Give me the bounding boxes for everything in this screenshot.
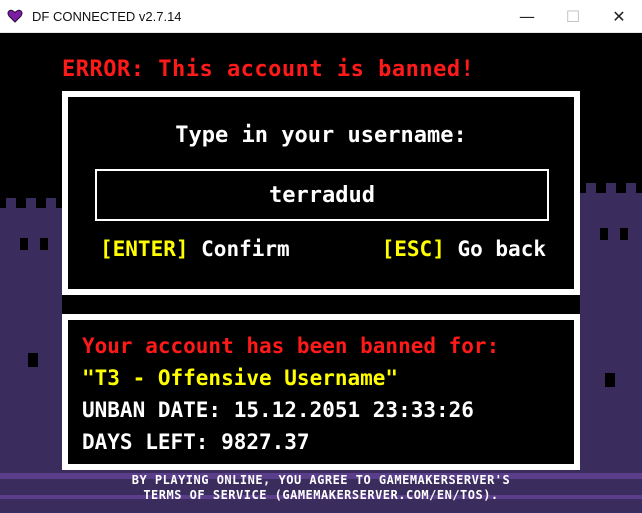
days-left: DAYS LEFT: 9827.37 bbox=[82, 430, 310, 454]
username-prompt: Type in your username: bbox=[175, 123, 467, 148]
confirm-label: Confirm bbox=[188, 237, 290, 261]
window-controls: — ☐ ✕ bbox=[504, 0, 642, 33]
tos-line-2: TERMS OF SERVICE (GAMEMAKERSERVER.COM/EN… bbox=[143, 488, 499, 502]
window-titlebar: DF CONNECTED v2.7.14 — ☐ ✕ bbox=[0, 0, 642, 33]
tos-line-1: BY PLAYING ONLINE, YOU AGREE TO GAMEMAKE… bbox=[131, 473, 511, 487]
username-input[interactable]: terradud bbox=[95, 169, 549, 221]
esc-key-label: [ESC] bbox=[381, 237, 445, 261]
ban-header: Your account has been banned for: bbox=[82, 334, 500, 358]
tos-notice: BY PLAYING ONLINE, YOU AGREE TO GAMEMAKE… bbox=[0, 473, 642, 503]
enter-key-label: [ENTER] bbox=[100, 237, 189, 261]
minimize-button[interactable]: — bbox=[504, 0, 550, 33]
game-canvas: ERROR: This account is banned! Type in y… bbox=[0, 33, 642, 513]
username-value: terradud bbox=[269, 182, 375, 208]
heart-icon bbox=[6, 7, 24, 25]
error-message: ERROR: This account is banned! bbox=[62, 57, 475, 82]
go-back-label: Go back bbox=[444, 237, 546, 261]
username-dialog: Type in your username: terradud [ENTER] … bbox=[62, 91, 580, 295]
window-title: DF CONNECTED v2.7.14 bbox=[32, 8, 182, 24]
ban-reason: "T3 - Offensive Username" bbox=[82, 366, 399, 390]
go-back-button[interactable]: [ESC] Go back bbox=[382, 237, 546, 261]
unban-date: UNBAN DATE: 15.12.2051 23:33:26 bbox=[82, 398, 474, 422]
confirm-button[interactable]: [ENTER] Confirm bbox=[100, 237, 290, 261]
close-button[interactable]: ✕ bbox=[596, 0, 642, 33]
maximize-button[interactable]: ☐ bbox=[550, 0, 596, 33]
ban-info-panel: Your account has been banned for: "T3 - … bbox=[62, 314, 580, 470]
